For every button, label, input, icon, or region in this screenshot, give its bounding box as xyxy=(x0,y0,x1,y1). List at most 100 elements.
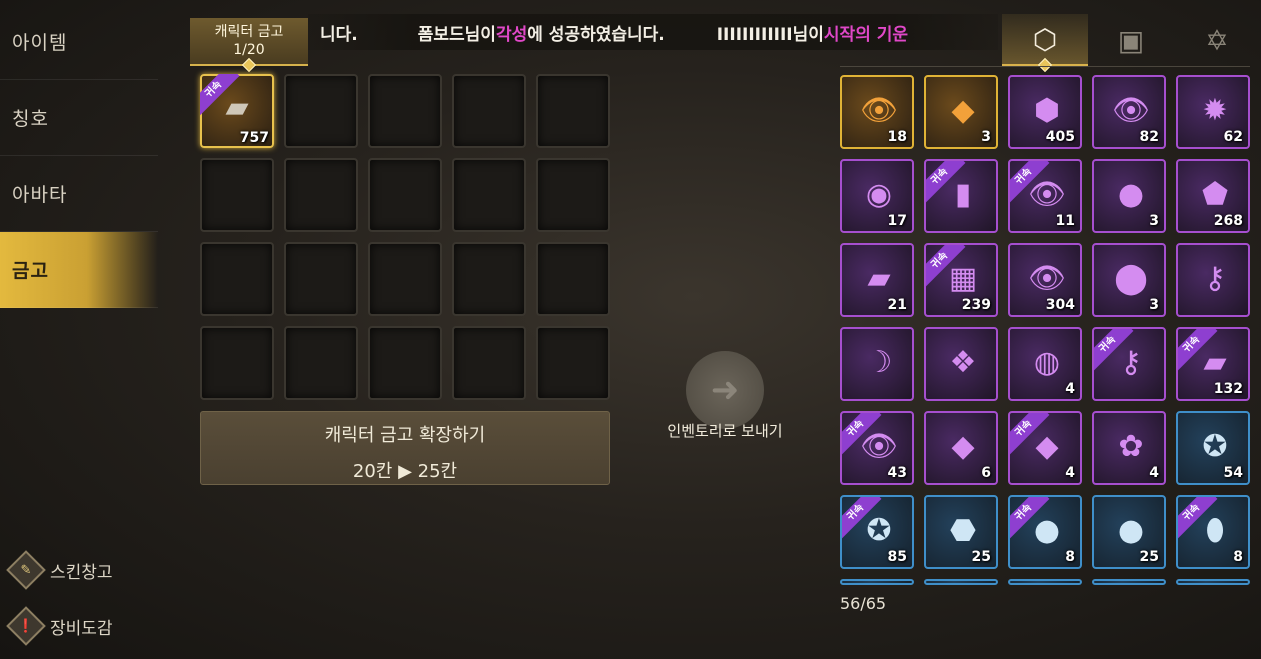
vault-tab-title: 캐릭터 금고 xyxy=(214,24,284,40)
item-count: 54 xyxy=(1223,465,1243,481)
cards-icon: ▣ xyxy=(1117,23,1145,57)
food-plate-icon: ✿ xyxy=(1118,428,1144,464)
inventory-item-partial[interactable] xyxy=(924,579,998,585)
item-count: 82 xyxy=(1139,129,1159,145)
inventory-item[interactable]: ● 3 xyxy=(1092,159,1166,233)
inventory-item[interactable]: 귀속 ▰ 132 xyxy=(1176,327,1250,401)
crystal-icon: ❖ xyxy=(949,344,977,380)
item-count: 304 xyxy=(1045,297,1075,313)
inventory-item[interactable]: ⚷ xyxy=(1176,243,1250,317)
emblem-icon: ✪ xyxy=(866,512,892,548)
item-count: 62 xyxy=(1223,129,1243,145)
vault-slot[interactable] xyxy=(452,242,526,316)
vault-chest-icon: ▰ xyxy=(867,260,891,296)
inventory-item[interactable]: ❖ xyxy=(924,327,998,401)
vault-slot[interactable] xyxy=(284,158,358,232)
sidebar-item-vault[interactable]: 금고 xyxy=(0,232,158,308)
vault-slot[interactable] xyxy=(200,326,274,400)
item-count: 268 xyxy=(1213,213,1243,229)
eye-orb-icon: 👁 xyxy=(1027,176,1067,212)
inventory-item[interactable]: ▰ 21 xyxy=(840,243,914,317)
vault-slot[interactable]: 귀속 ▰ 757 xyxy=(200,74,274,148)
tab-hexagram[interactable]: ✡ xyxy=(1174,14,1260,66)
inventory-item[interactable]: 👁 82 xyxy=(1092,75,1166,149)
vault-slot[interactable] xyxy=(368,326,442,400)
eye-orb-icon: 👁 xyxy=(859,92,899,128)
skin-storage-button[interactable]: ✎ 스킨창고 xyxy=(6,550,113,590)
inventory-item[interactable]: 귀속 👁 43 xyxy=(840,411,914,485)
inventory-item[interactable]: 귀속 ▮ xyxy=(924,159,998,233)
eye-orb-icon: 👁 xyxy=(1027,260,1067,296)
vault-slot[interactable] xyxy=(536,242,610,316)
inventory-item[interactable]: 귀속 ✪ 85 xyxy=(840,495,914,569)
inventory-item[interactable]: ◉ 17 xyxy=(840,159,914,233)
vault-slot[interactable] xyxy=(452,326,526,400)
inventory-item[interactable]: ⬤ 3 xyxy=(1092,243,1166,317)
vault-tab-count: 1/20 xyxy=(233,42,265,58)
vault-slot[interactable] xyxy=(536,326,610,400)
vault-slot[interactable] xyxy=(536,74,610,148)
inventory-item[interactable]: 귀속 ◆ 4 xyxy=(1008,411,1082,485)
banner-text-2: 에 성공하였습니다. xyxy=(527,24,665,45)
inventory-item-partial[interactable] xyxy=(1092,579,1166,585)
brush-icon: ✎ xyxy=(6,550,46,590)
vault-slot[interactable] xyxy=(200,158,274,232)
item-count: 25 xyxy=(971,549,991,565)
vault-slot[interactable] xyxy=(452,158,526,232)
inventory-item[interactable]: ⬢ 405 xyxy=(1008,75,1082,149)
inventory-item[interactable]: ◆ 3 xyxy=(924,75,998,149)
inventory-item[interactable]: ◆ 6 xyxy=(924,411,998,485)
sidebar-item-titles[interactable]: 칭호 xyxy=(0,80,158,156)
inventory-item[interactable]: 👁 18 xyxy=(840,75,914,149)
inventory-item[interactable]: ☽ xyxy=(840,327,914,401)
inventory-item[interactable]: 귀속 👁 11 xyxy=(1008,159,1082,233)
item-count: 132 xyxy=(1213,381,1243,397)
vault-slot[interactable] xyxy=(284,74,358,148)
sidebar-item-label: 금고 xyxy=(12,260,49,282)
inventory-item-partial[interactable] xyxy=(840,579,914,585)
vault-slot[interactable] xyxy=(200,242,274,316)
crystal-shard-icon: ◆ xyxy=(951,428,975,464)
materials-icon: ⬡ xyxy=(1032,22,1058,56)
inventory-item[interactable]: 귀속 ▦ 239 xyxy=(924,243,998,317)
eye-orb-icon: 👁 xyxy=(859,428,899,464)
vault-slot[interactable] xyxy=(284,326,358,400)
item-count: 6 xyxy=(981,465,991,481)
inventory-item-partial[interactable] xyxy=(1008,579,1082,585)
sidebar-item-items[interactable]: 아이템 xyxy=(0,4,158,80)
inventory-item[interactable]: 귀속 ⬮ 8 xyxy=(1176,495,1250,569)
item-count: 3 xyxy=(981,129,991,145)
vault-item[interactable]: 귀속 ▰ 757 xyxy=(200,74,274,148)
inventory-item[interactable]: ● 25 xyxy=(1092,495,1166,569)
inventory-item[interactable]: ✹ 62 xyxy=(1176,75,1250,149)
sidebar-item-avatar[interactable]: 아바타 xyxy=(0,156,158,232)
vault-slot[interactable] xyxy=(452,74,526,148)
inventory-item[interactable]: 귀속 ● 8 xyxy=(1008,495,1082,569)
tab-cards[interactable]: ▣ xyxy=(1088,14,1174,66)
vault-slot[interactable] xyxy=(368,158,442,232)
arrow-right-icon: ➜ xyxy=(710,370,740,410)
inventory-item[interactable]: ⬣ 25 xyxy=(924,495,998,569)
sidebar-item-label: 아이템 xyxy=(12,32,68,54)
vault-slot[interactable] xyxy=(284,242,358,316)
key-icon: ⚷ xyxy=(1120,344,1142,380)
banner-text-3: IIIIIIIIIIII님이 xyxy=(716,24,824,45)
banner-text-1: 폼보드님이 xyxy=(417,24,496,45)
equipment-codex-button[interactable]: ❗ 장비도감 xyxy=(6,606,113,646)
banner-highlight-1: 각성 xyxy=(495,24,528,45)
vault-slot[interactable] xyxy=(536,158,610,232)
key-icon: ⚷ xyxy=(1204,260,1226,296)
inventory-item[interactable]: ✿ 4 xyxy=(1092,411,1166,485)
expand-vault-button[interactable]: 캐릭터 금고 확장하기 20칸 ▶ 25칸 xyxy=(200,411,610,485)
inventory-item[interactable]: 👁 304 xyxy=(1008,243,1082,317)
inventory-item[interactable]: ✪ 54 xyxy=(1176,411,1250,485)
codex-icon: ❗ xyxy=(6,606,46,646)
inventory-item-partial[interactable] xyxy=(1176,579,1250,585)
inventory-item[interactable]: ⬟ 268 xyxy=(1176,159,1250,233)
vault-slot[interactable] xyxy=(368,242,442,316)
ore-icon: ⬢ xyxy=(1033,92,1061,128)
inventory-item[interactable]: 귀속 ⚷ xyxy=(1092,327,1166,401)
vault-slot[interactable] xyxy=(368,74,442,148)
send-to-inventory-button[interactable]: ➜ xyxy=(686,351,764,429)
inventory-item[interactable]: ◍ 4 xyxy=(1008,327,1082,401)
